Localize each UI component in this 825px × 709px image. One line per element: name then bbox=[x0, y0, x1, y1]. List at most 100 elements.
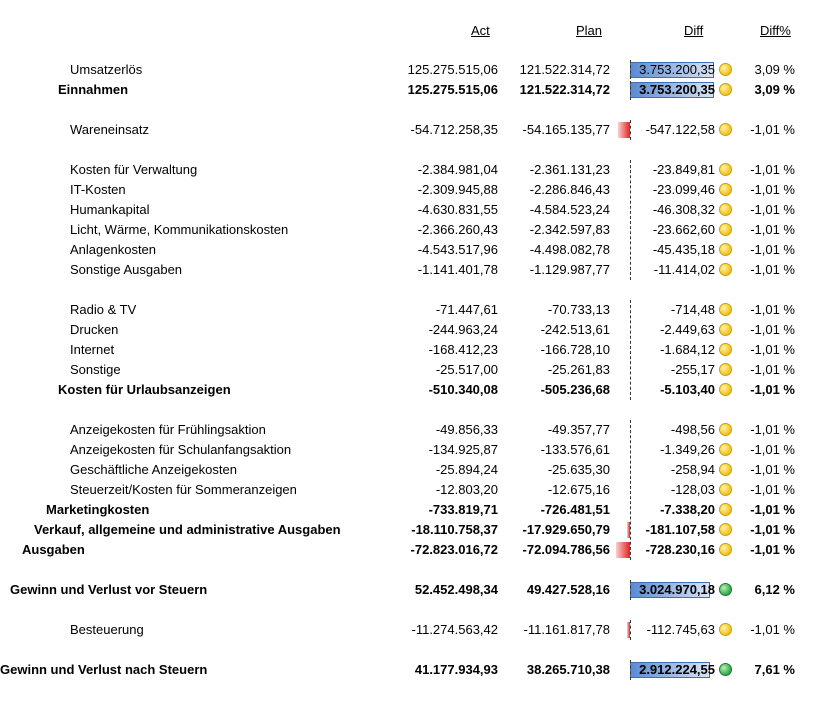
table-row: Verkauf, allgemeine und administrative A… bbox=[0, 520, 825, 540]
act-value: -2.366.260,43 bbox=[417, 222, 498, 237]
diff-value: -112.745,63 bbox=[646, 622, 715, 637]
act-value: -72.823.016,72 bbox=[410, 542, 498, 557]
act-value: -510.340,08 bbox=[428, 382, 498, 397]
status-yellow-icon bbox=[719, 423, 732, 436]
diff-value: -46.308,32 bbox=[652, 202, 715, 217]
table-row: Drucken -244.963,24 -242.513,61 -2.449,63 -1… bbox=[0, 320, 825, 340]
plan-value: 121.522.314,72 bbox=[519, 62, 610, 77]
row-label: Steuerzeit/Kosten für Sommeranzeigen bbox=[70, 482, 297, 497]
negative-diff-bar bbox=[616, 542, 630, 558]
table-row: Marketingkosten -733.819,71 -726.481,51 -7.… bbox=[0, 500, 825, 520]
diff-value: -258,94 bbox=[670, 462, 715, 477]
act-value: -4.630.831,55 bbox=[417, 202, 498, 217]
diff-percent: -1,01 % bbox=[750, 462, 795, 477]
table-row: Geschäftliche Anzeigekosten -25.894,24 -25… bbox=[0, 460, 825, 480]
table-row: Humankapital -4.630.831,55 -4.584.523,24 -4… bbox=[0, 200, 825, 220]
diff-zero-axis bbox=[630, 160, 631, 280]
act-value: 125.275.515,06 bbox=[407, 82, 498, 97]
act-value: 52.452.498,34 bbox=[414, 582, 498, 597]
table-row: Besteuerung -11.274.563,42 -11.161.817,78 -… bbox=[0, 620, 825, 640]
act-value: -18.110.758,37 bbox=[411, 522, 498, 537]
row-label: Sonstige Ausgaben bbox=[70, 262, 183, 277]
row-label: Gewinn und Verlust vor Steuern bbox=[10, 582, 208, 597]
table-row: Radio & TV -71.447,61 -70.733,13 -714,48 -1,… bbox=[0, 300, 825, 320]
diff-percent: -1,01 % bbox=[750, 322, 795, 337]
act-value: -4.543.517,96 bbox=[417, 242, 498, 257]
header-diff: Diff bbox=[684, 23, 704, 38]
table-row: Anlagenkosten -4.543.517,96 -4.498.082,78 -… bbox=[0, 240, 825, 260]
row-label: Sonstige bbox=[70, 362, 121, 377]
diff-percent: -1,01 % bbox=[750, 182, 795, 197]
diff-value: -255,17 bbox=[670, 362, 715, 377]
status-yellow-icon bbox=[719, 223, 732, 236]
status-yellow-icon bbox=[719, 243, 732, 256]
act-value: -168.412,23 bbox=[428, 342, 498, 357]
diff-zero-axis bbox=[630, 580, 631, 600]
row-label: Gewinn und Verlust nach Steuern bbox=[0, 662, 208, 677]
table-row: Sonstige Ausgaben -1.141.401,78 -1.129.987… bbox=[0, 260, 825, 280]
table-row: Wareneinsatz -54.712.258,35 -54.165.135,77… bbox=[0, 120, 825, 140]
act-value: 125.275.515,06 bbox=[407, 62, 498, 77]
row-label: IT-Kosten bbox=[70, 182, 126, 197]
diff-percent: -1,01 % bbox=[750, 302, 795, 317]
row-label: Geschäftliche Anzeigekosten bbox=[70, 462, 237, 477]
act-value: -2.384.981,04 bbox=[417, 162, 498, 177]
header-plan: Plan bbox=[576, 23, 603, 38]
diff-value: -1.349,26 bbox=[660, 442, 715, 457]
table-row: Kosten für Verwaltung -2.384.981,04 -2.361… bbox=[0, 160, 825, 180]
plan-value: -4.584.523,24 bbox=[529, 202, 610, 217]
diff-percent: 6,12 % bbox=[754, 582, 795, 597]
row-label: Humankapital bbox=[70, 202, 150, 217]
plan-value: -11.161.817,78 bbox=[523, 622, 611, 637]
diff-percent: -1,01 % bbox=[750, 622, 795, 637]
status-yellow-icon bbox=[719, 123, 732, 136]
act-value: -244.963,24 bbox=[428, 322, 498, 337]
plan-value: -242.513,61 bbox=[540, 322, 610, 337]
diff-percent: -1,01 % bbox=[750, 422, 795, 437]
status-yellow-icon bbox=[719, 83, 732, 96]
negative-diff-bar bbox=[618, 122, 630, 138]
status-yellow-icon bbox=[719, 63, 732, 76]
diff-percent: -1,01 % bbox=[750, 522, 795, 537]
plan-value: 38.265.710,38 bbox=[526, 662, 610, 677]
status-yellow-icon bbox=[719, 543, 732, 556]
status-yellow-icon bbox=[719, 203, 732, 216]
row-label: Marketingkosten bbox=[46, 502, 150, 517]
diff-value: -23.099,46 bbox=[652, 182, 715, 197]
table-row: Anzeigekosten für Schulanfangsaktion -134… bbox=[0, 440, 825, 460]
diff-value: -728.230,16 bbox=[645, 542, 715, 557]
plan-value: -133.576,61 bbox=[540, 442, 610, 457]
row-label: Kosten für Urlaubsanzeigen bbox=[58, 382, 231, 397]
diff-value: -498,56 bbox=[670, 422, 715, 437]
diff-percent: -1,01 % bbox=[750, 122, 795, 137]
diff-percent: 7,61 % bbox=[754, 662, 795, 677]
status-green-icon bbox=[719, 583, 732, 596]
status-yellow-icon bbox=[719, 263, 732, 276]
act-value: -49.856,33 bbox=[435, 422, 498, 437]
row-label: Anzeigekosten für Schulanfangsaktion bbox=[70, 442, 292, 457]
plan-value: -54.165.135,77 bbox=[522, 122, 610, 137]
act-value: -25.517,00 bbox=[435, 362, 498, 377]
plan-value: -17.929.650,79 bbox=[522, 522, 610, 537]
diff-value: -181.107,58 bbox=[645, 522, 715, 537]
row-label: Internet bbox=[70, 342, 115, 357]
diff-percent: -1,01 % bbox=[750, 502, 795, 517]
plan-value: -12.675,16 bbox=[547, 482, 610, 497]
row-label: Ausgaben bbox=[22, 542, 85, 557]
status-yellow-icon bbox=[719, 303, 732, 316]
act-value: -2.309.945,88 bbox=[417, 182, 498, 197]
act-value: -134.925,87 bbox=[428, 442, 498, 457]
diff-value: 3.753.200,35 bbox=[639, 62, 715, 77]
status-yellow-icon bbox=[719, 623, 732, 636]
act-value: -1.141.401,78 bbox=[417, 262, 498, 277]
diff-zero-axis bbox=[630, 120, 631, 140]
status-yellow-icon bbox=[719, 183, 732, 196]
diff-value: -45.435,18 bbox=[652, 242, 715, 257]
status-yellow-icon bbox=[719, 463, 732, 476]
status-yellow-icon bbox=[719, 523, 732, 536]
diff-value: 3.753.200,35 bbox=[639, 82, 715, 97]
table-row: Gewinn und Verlust nach Steuern 41.177.93… bbox=[0, 660, 825, 680]
plan-value: 121.522.314,72 bbox=[519, 82, 610, 97]
header-act: Act bbox=[471, 23, 490, 38]
diff-zero-axis bbox=[630, 620, 631, 640]
